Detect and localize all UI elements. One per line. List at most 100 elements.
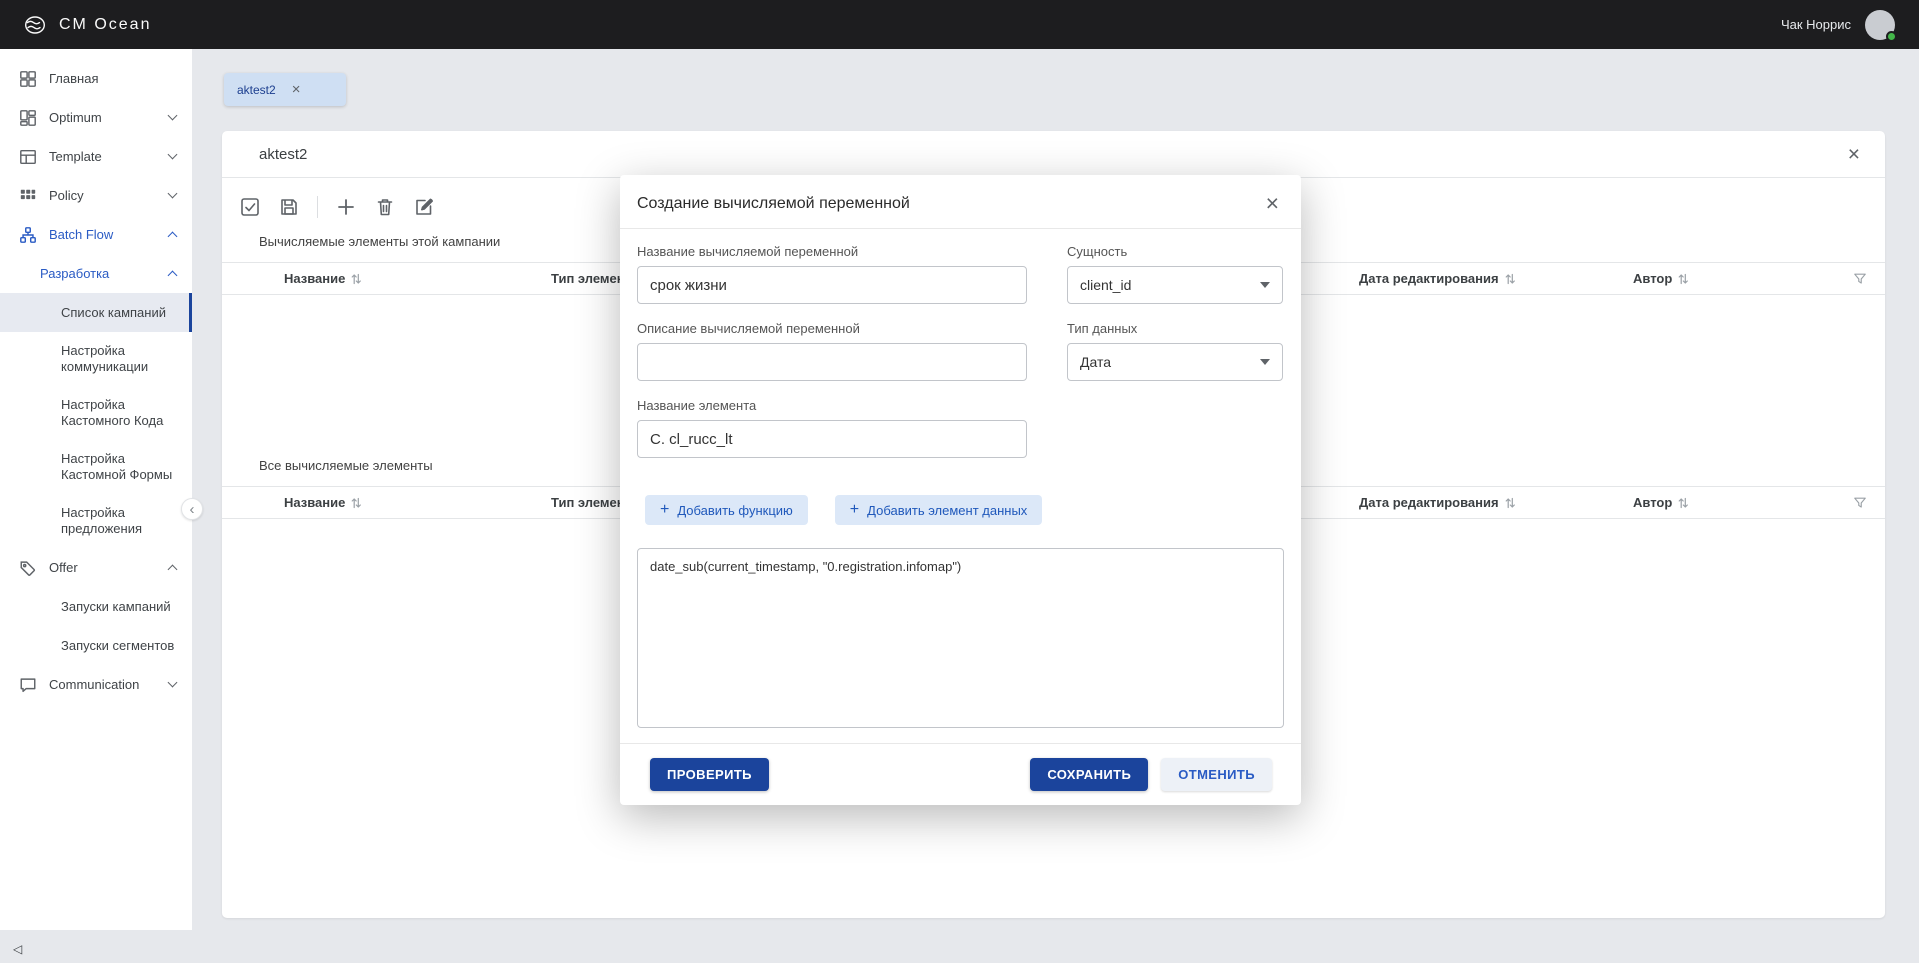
- datatype-select[interactable]: Дата: [1067, 343, 1283, 381]
- check-button[interactable]: ПРОВЕРИТЬ: [650, 758, 769, 791]
- sidebar-item-label: Policy: [49, 187, 84, 203]
- formula-textarea[interactable]: date_sub(current_timestamp, "0.registrat…: [637, 548, 1284, 728]
- sort-icon: [1678, 273, 1689, 284]
- column-header-label: Дата редактирования: [1359, 271, 1499, 286]
- avatar[interactable]: [1865, 9, 1897, 42]
- sidebar-item-campaign-runs[interactable]: Запуски кампаний: [0, 587, 192, 626]
- filter-icon[interactable]: [1853, 496, 1867, 513]
- entity-field: Сущность client_id: [1067, 244, 1283, 304]
- sort-icon: [1678, 497, 1689, 508]
- cancel-button[interactable]: ОТМЕНИТЬ: [1161, 758, 1272, 791]
- element-name-input[interactable]: [637, 420, 1027, 458]
- variable-name-label: Название вычисляемой переменной: [637, 244, 859, 259]
- add-icon[interactable]: [335, 196, 357, 218]
- add-buttons-row: + Добавить функцию + Добавить элемент да…: [645, 495, 1284, 525]
- sidebar-item-batch-flow[interactable]: Batch Flow: [0, 215, 192, 254]
- sidebar-item-template[interactable]: Template: [0, 137, 192, 176]
- tab-close-icon[interactable]: ×: [292, 82, 301, 97]
- filter-icon[interactable]: [1853, 272, 1867, 289]
- datatype-field: Тип данных Дата: [1067, 321, 1283, 381]
- sidebar-item-label: Запуски кампаний: [61, 598, 171, 614]
- sidebar-item-label: Настройка Кастомной Формы: [61, 451, 173, 482]
- ocean-wave-icon: [24, 14, 50, 36]
- save-icon[interactable]: [278, 196, 300, 218]
- topbar: CM Ocean Чак Норрис: [0, 0, 1919, 49]
- sidebar-item-razrabotka[interactable]: Разработка: [0, 254, 192, 293]
- column-header-edit-date[interactable]: Дата редактирования: [1359, 487, 1515, 518]
- column-header-label: Автор: [1633, 271, 1673, 286]
- element-name-label: Название элемента: [637, 398, 757, 413]
- column-header-name[interactable]: Название: [284, 487, 362, 518]
- chat-bubble-icon: [19, 676, 37, 694]
- dropdown-arrow-icon: [1260, 359, 1270, 365]
- sidebar-item-label: Template: [49, 148, 102, 164]
- column-header-label: Название: [284, 495, 346, 510]
- column-header-name[interactable]: Название: [284, 263, 362, 294]
- sidebar-item-optimum[interactable]: Optimum: [0, 98, 192, 137]
- sidebar: Главная Optimum Template Policy Batch Fl…: [0, 49, 203, 930]
- sidebar-item-policy[interactable]: Policy: [0, 176, 192, 215]
- column-header-author[interactable]: Автор: [1633, 487, 1689, 518]
- sort-icon: [1505, 273, 1515, 284]
- save-button[interactable]: СОХРАНИТЬ: [1030, 758, 1149, 791]
- add-data-element-label: Добавить элемент данных: [867, 502, 1028, 518]
- entity-select[interactable]: client_id: [1067, 266, 1283, 304]
- sidebar-item-label: Настройка коммуникации: [61, 343, 149, 374]
- chevron-down-icon: [167, 149, 178, 160]
- chevron-up-icon: [167, 270, 178, 281]
- entity-select-value: client_id: [1080, 277, 1132, 293]
- variable-name-input[interactable]: [637, 266, 1027, 304]
- column-header-edit-date[interactable]: Дата редактирования: [1359, 263, 1515, 294]
- add-function-button[interactable]: + Добавить функцию: [645, 495, 808, 525]
- sidebar-item-custom-form-setup[interactable]: Настройка Кастомной Формы: [0, 440, 192, 494]
- sidebar-item-label: Запуски сегментов: [61, 637, 175, 653]
- column-header-label: Название: [284, 271, 346, 286]
- bottom-left-toggle-icon[interactable]: ◁: [13, 942, 22, 956]
- username: Чак Норрис: [1780, 17, 1851, 32]
- delete-icon[interactable]: [374, 196, 396, 218]
- column-header-label: Тип элемент: [551, 271, 631, 286]
- sidebar-item-label: Настройка предложения: [61, 505, 143, 536]
- sort-icon: [1505, 497, 1515, 508]
- sort-icon: [351, 273, 362, 284]
- sidebar-item-offer-setup[interactable]: Настройка предложения: [0, 494, 192, 548]
- sidebar-item-campaign-list[interactable]: Список кампаний: [0, 293, 192, 332]
- sidebar-collapse-handle[interactable]: ‹: [181, 498, 203, 520]
- chevron-down-icon: [167, 677, 178, 688]
- dialog-footer: ПРОВЕРИТЬ СОХРАНИТЬ ОТМЕНИТЬ: [620, 743, 1301, 805]
- sidebar-item-segment-runs[interactable]: Запуски сегментов: [0, 626, 192, 665]
- sidebar-item-home[interactable]: Главная: [0, 59, 192, 98]
- chevron-up-icon: [167, 564, 178, 575]
- panel-close-icon[interactable]: ×: [1848, 144, 1860, 165]
- sidebar-item-offer[interactable]: Offer: [0, 548, 192, 587]
- sidebar-item-label: Optimum: [49, 109, 102, 125]
- dialog-close-icon[interactable]: ×: [1266, 192, 1279, 215]
- sidebar-item-custom-code-setup[interactable]: Настройка Кастомного Кода: [0, 386, 192, 440]
- sidebar-item-label: Offer: [49, 559, 78, 575]
- element-name-field: Название элемента: [637, 398, 1027, 458]
- template-icon: [19, 148, 37, 166]
- sidebar-item-label: Разработка: [40, 265, 110, 281]
- policy-icon: [19, 187, 37, 205]
- user-area: Чак Норрис: [1780, 9, 1897, 42]
- tab-aktest2[interactable]: aktest2 ×: [224, 73, 346, 106]
- dashboard-icon: [19, 70, 37, 88]
- offer-tag-icon: [19, 559, 37, 577]
- tab-label: aktest2: [237, 82, 276, 97]
- column-header-label: Дата редактирования: [1359, 495, 1499, 510]
- column-header-author[interactable]: Автор: [1633, 263, 1689, 294]
- check-square-icon[interactable]: [239, 196, 261, 218]
- online-status-dot: [1886, 30, 1897, 42]
- add-function-label: Добавить функцию: [677, 502, 793, 518]
- datatype-select-value: Дата: [1080, 354, 1112, 370]
- sidebar-item-communication-setup[interactable]: Настройка коммуникации: [0, 332, 192, 386]
- column-header-label: Автор: [1633, 495, 1673, 510]
- variable-name-field: Название вычисляемой переменной: [637, 244, 1027, 304]
- sidebar-item-communication[interactable]: Communication: [0, 665, 192, 704]
- dialog-title: Создание вычисляемой переменной: [637, 194, 910, 212]
- chevron-up-icon: [167, 231, 178, 242]
- add-data-element-button[interactable]: + Добавить элемент данных: [834, 495, 1043, 525]
- app-logo: CM Ocean: [24, 14, 151, 36]
- variable-description-input[interactable]: [637, 343, 1027, 381]
- edit-icon[interactable]: [413, 196, 435, 218]
